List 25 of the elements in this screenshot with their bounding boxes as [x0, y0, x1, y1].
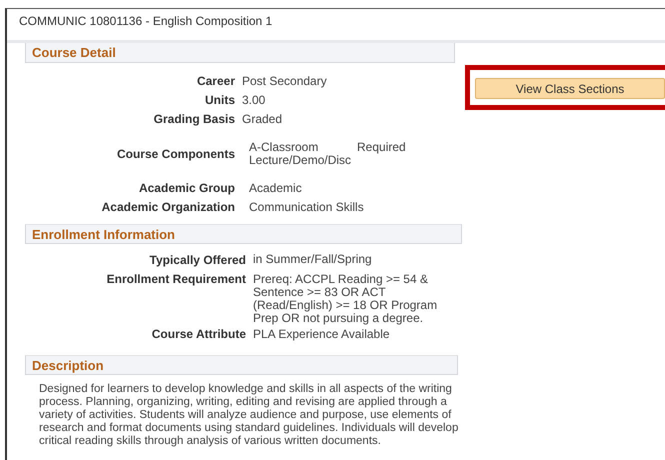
field-label: Academic Organization [100, 199, 235, 216]
field-value: A-Classroom Lecture/Demo/Disc [249, 141, 349, 167]
field-value: Graded [242, 111, 284, 128]
field-value: Academic [248, 180, 303, 197]
field-label: Academic Group [138, 180, 235, 197]
field-value: Prereq: ACCPL Reading >= 54 & Sentence >= 83 OR ACT (Read/English) >= 18 OR Program Prep OR not pursuing a degree. [253, 273, 438, 325]
page-title: COMMUNIC 10801136 - English Composition 1 [18, 13, 274, 30]
field-label: Typically Offered [148, 252, 246, 269]
field-label: Units [204, 92, 235, 109]
view-class-sections-button[interactable]: View Class Sections [475, 78, 665, 99]
section-header: Course Detail [25, 43, 455, 63]
field-label: Grading Basis [152, 111, 235, 128]
field-value: 3.00 [242, 92, 266, 109]
field-value: Post Secondary [242, 73, 328, 90]
section-header: Description [25, 355, 458, 375]
field-label: Course Attribute [150, 327, 246, 341]
description-text: Designed for learners to develop knowledge and skills in all aspects of the writing process. Planning, organizing, writing, editing and revising are applied through a variety of activities. Students will analyze audience and purpose, use elements of research and format documents using standard guidelines. Individuals will develop critical reading skills through analysis of various written documents. [39, 383, 459, 448]
field-label: Enrollment Requirement [106, 271, 246, 288]
section-header: Enrollment Information [25, 224, 462, 244]
field-value: PLA Experience Available [253, 328, 391, 341]
field-label: Course Components [116, 146, 235, 163]
field-label: Career [196, 73, 235, 90]
field-value: Communication Skills [248, 199, 365, 216]
field-value: in Summer/Fall/Spring [253, 251, 373, 268]
field-value: Required [357, 141, 406, 154]
